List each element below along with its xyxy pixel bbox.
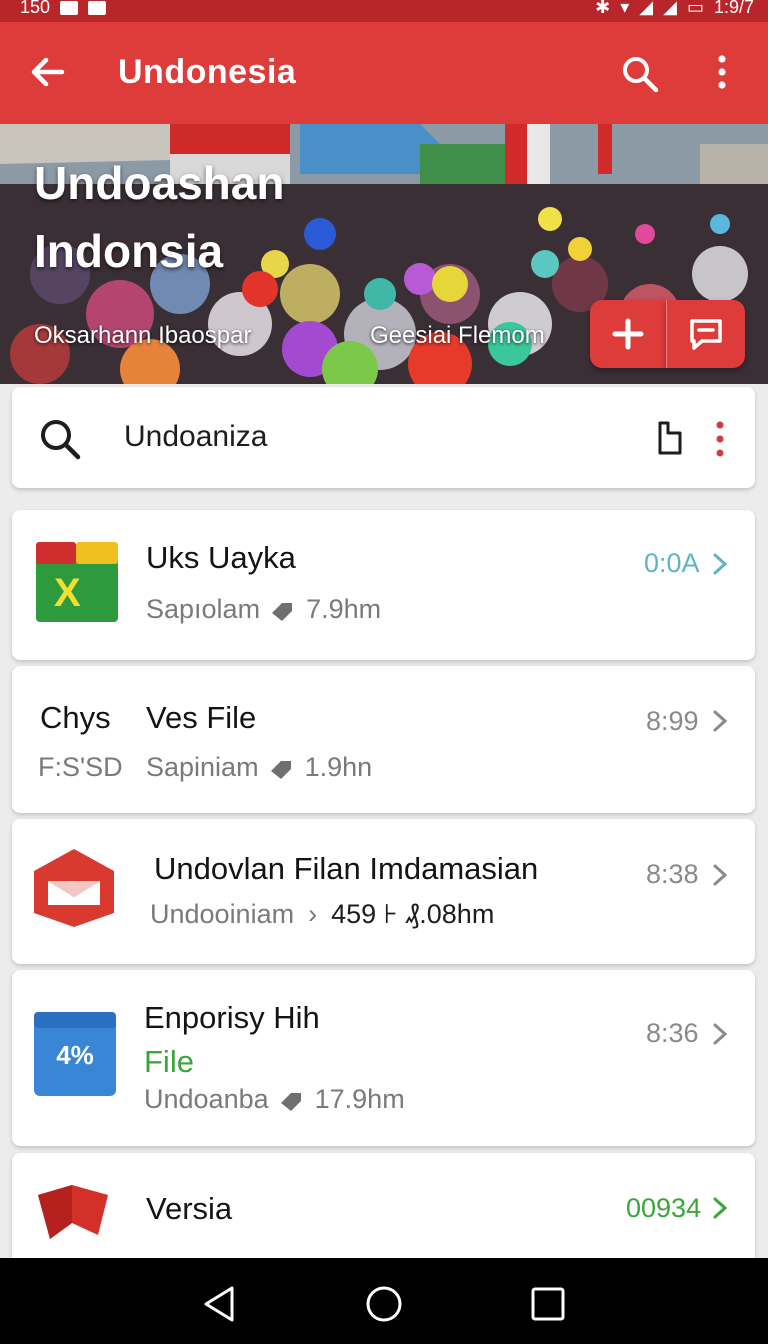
message-button[interactable] xyxy=(666,300,745,368)
item-title: Uks Uayka xyxy=(146,540,296,575)
signal-icon: ◢ xyxy=(663,0,677,17)
signal-icon: ◢ xyxy=(639,0,654,17)
spreadsheet-app-icon: X xyxy=(36,542,118,622)
home-nav-icon[interactable] xyxy=(364,1284,404,1324)
item-subtitle: Sapıolam 7.9hm xyxy=(146,594,382,624)
mail-app-icon xyxy=(34,849,114,927)
chevron-right-icon xyxy=(713,553,728,575)
tag-icon xyxy=(270,760,291,779)
wifi-icon: ▾ xyxy=(620,0,630,17)
item-value: 00934 xyxy=(626,1193,702,1223)
item-value: 8:99 xyxy=(646,706,699,736)
item-value: 8:36 xyxy=(646,1018,699,1048)
versia-app-icon xyxy=(38,1185,108,1239)
search-input[interactable] xyxy=(122,413,626,461)
comment-icon xyxy=(690,319,722,350)
hero-caption-right: Geesiai Flemom xyxy=(370,322,545,349)
item-value: 0:0A xyxy=(644,548,700,578)
item-prefix-sub: F:S'SD xyxy=(38,752,123,782)
app-title: Undonesia xyxy=(118,53,297,91)
list-item[interactable]: 4% Enporisy Hih File Undoanba 17.9hm 8:36 xyxy=(12,970,755,1146)
status-clock: 1:9/7 xyxy=(713,0,754,17)
app-bar: Undonesia xyxy=(0,22,768,124)
status-bar: 150 ✱ ▾ ◢ ◢ ▭ 1:9/7 xyxy=(0,0,768,22)
tag-icon xyxy=(280,1092,301,1111)
item-title: Undovlan Filan Imdamasian xyxy=(154,851,539,886)
add-button[interactable] xyxy=(590,300,666,368)
chevron-right-icon xyxy=(713,1023,728,1045)
item-title-secondary: File xyxy=(144,1044,194,1079)
chevron-right-icon xyxy=(713,1197,728,1219)
search-icon[interactable] xyxy=(620,54,660,94)
back-arrow-icon[interactable] xyxy=(28,52,68,92)
bluetooth-icon: ✱ xyxy=(595,0,611,17)
back-nav-icon[interactable] xyxy=(200,1284,240,1324)
item-title: Versia xyxy=(146,1191,233,1226)
battery-icon: ▭ xyxy=(686,0,704,17)
item-value: 8:38 xyxy=(646,859,699,889)
chevron-right-icon xyxy=(713,710,728,732)
more-vert-icon[interactable] xyxy=(712,419,728,459)
storage-percent: 4% xyxy=(56,1040,94,1070)
search-bar xyxy=(12,387,755,488)
list-item[interactable]: X Uks Uayka Sapıolam 7.9hm 0:0A xyxy=(12,510,755,660)
item-subtitle: Undooiniam › 459 ⊦ ₰.08hm xyxy=(150,899,495,929)
hero-title-line1: Undoashan xyxy=(34,157,285,209)
item-title: Enporisy Hih xyxy=(144,1000,320,1035)
bookmark-icon[interactable] xyxy=(654,419,686,457)
recents-nav-icon[interactable] xyxy=(528,1284,568,1324)
storage-app-icon: 4% xyxy=(32,1010,118,1096)
tag-icon xyxy=(272,602,293,621)
hero-caption-left: Oksarhann Ibaospar xyxy=(34,322,252,349)
notification-icon xyxy=(60,0,79,15)
status-time: 150 xyxy=(20,0,51,17)
list-item[interactable]: Undovlan Filan Imdamasian Undooiniam › 459… xyxy=(12,819,755,964)
chevron-right-icon xyxy=(713,864,728,886)
more-vert-icon[interactable] xyxy=(704,52,740,92)
navigation-bar xyxy=(0,1258,768,1344)
item-title: Ves File xyxy=(146,700,257,735)
notification-icon xyxy=(88,0,107,15)
hero-banner: Undoashan Indonsia Oksarhann Ibaospar Ge… xyxy=(0,124,768,384)
plus-icon xyxy=(612,318,644,350)
svg-text:X: X xyxy=(54,571,81,615)
hero-title-line2: Indonsia xyxy=(34,225,224,277)
item-prefix: Chys xyxy=(40,700,111,735)
search-icon xyxy=(41,420,81,460)
item-subtitle: Undoanba 17.9hm xyxy=(144,1084,405,1114)
item-subtitle: Sapiniam 1.9hn xyxy=(146,752,373,782)
list-item[interactable]: Chys F:S'SD Ves File Sapiniam 1.9hn 8:99 xyxy=(12,666,755,813)
